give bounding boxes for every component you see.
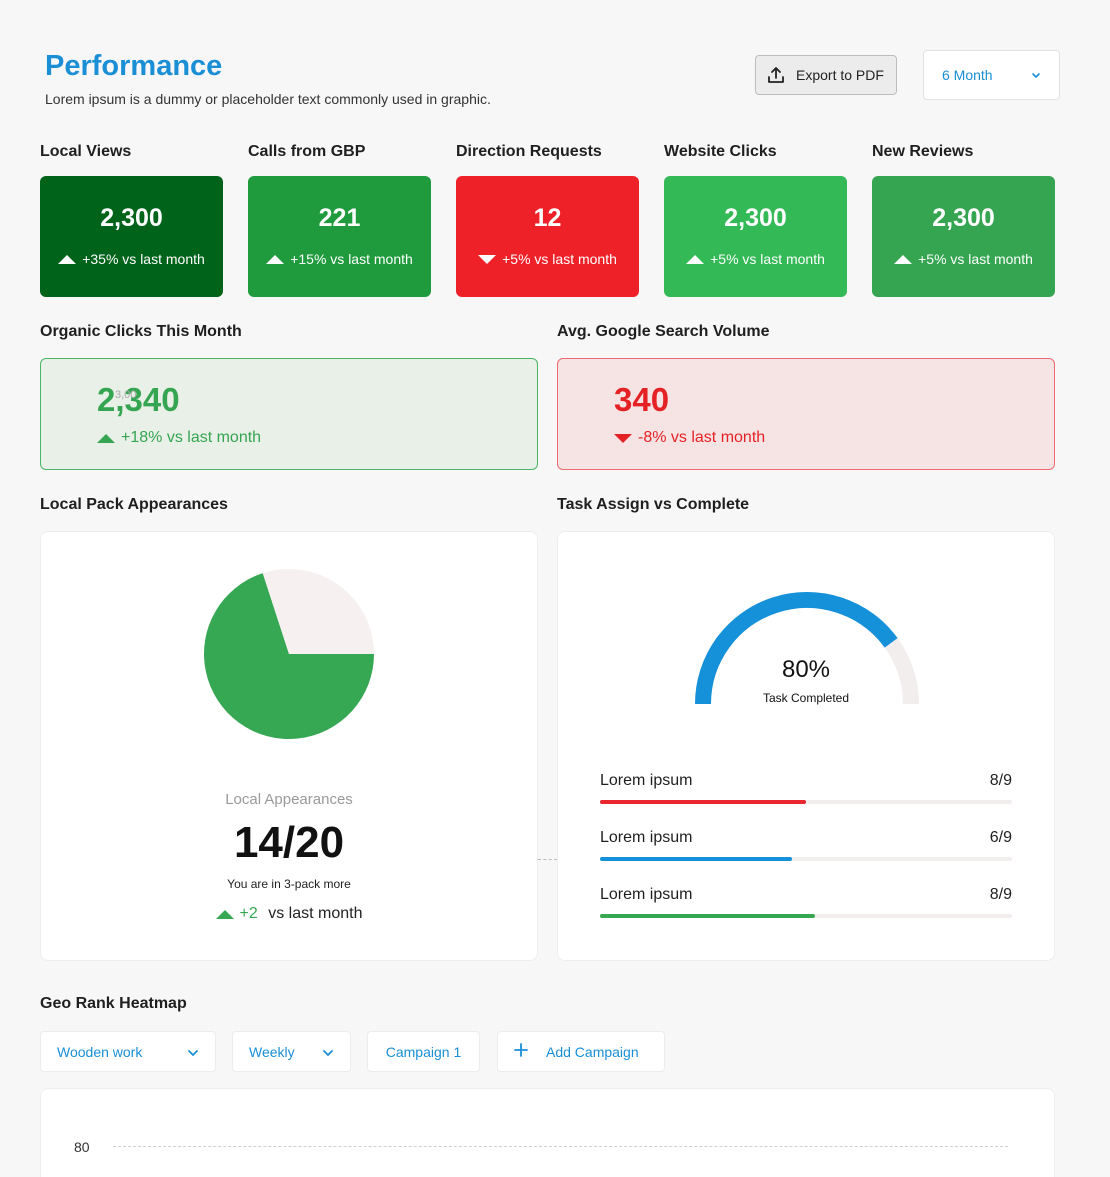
- organic-clicks-card: 2,340 3,00 +18% vs last month: [40, 358, 538, 470]
- heatmap-y-tick: 80: [74, 1139, 90, 1155]
- task-row-value: 8/9: [989, 772, 1012, 789]
- task-row-fill: [600, 857, 792, 861]
- kpi-label-website-clicks: Website Clicks: [664, 143, 777, 160]
- chevron-down-icon: [187, 1044, 199, 1060]
- task-row-fill: [600, 800, 806, 804]
- task-row: Lorem ipsum 6/9: [600, 829, 1012, 861]
- kpi-card-website-clicks: 2,300 +5% vs last month: [664, 176, 847, 297]
- arrow-up-icon: [894, 254, 913, 264]
- kpi-delta: +5% vs last month: [918, 251, 1033, 267]
- kpi-value: 12: [533, 204, 562, 232]
- arrow-up-icon: [97, 433, 115, 443]
- campaign-chip[interactable]: Campaign 1: [367, 1031, 480, 1072]
- kpi-delta: +5% vs last month: [710, 251, 825, 267]
- heatmap-label: Geo Rank Heatmap: [40, 995, 187, 1012]
- task-caption: Task Completed: [762, 691, 850, 705]
- search-volume-label: Avg. Google Search Volume: [557, 323, 770, 340]
- kpi-label-local-views: Local Views: [40, 143, 132, 160]
- kpi-delta: +35% vs last month: [82, 251, 205, 267]
- kpi-label-calls: Calls from GBP: [248, 143, 366, 160]
- task-row-fill: [600, 914, 816, 918]
- gauge-track: [695, 592, 919, 705]
- local-pack-delta-text: vs last month: [263, 905, 363, 922]
- local-appearances-value: 14/20: [233, 818, 345, 867]
- arrow-up-icon: [686, 254, 705, 264]
- kpi-value: 2,300: [724, 204, 787, 232]
- organic-clicks-delta: +18% vs last month: [121, 429, 262, 446]
- arrow-up-icon: [215, 909, 234, 919]
- campaign-label: Campaign 1: [385, 1043, 462, 1060]
- task-row-name: Lorem ipsum: [600, 886, 693, 903]
- period-select[interactable]: 6 Month: [923, 50, 1060, 100]
- local-pack-note: You are in 3-pack more: [227, 877, 351, 891]
- task-panel: 80% Task Completed Lorem ipsum 8/9 Lorem …: [557, 531, 1055, 961]
- kpi-value: 2,300: [932, 204, 995, 232]
- work-filter-select[interactable]: Wooden work: [40, 1031, 216, 1072]
- arrow-up-icon: [58, 254, 77, 264]
- search-volume-value: 340: [614, 381, 670, 418]
- arrow-up-icon: [266, 254, 285, 264]
- add-campaign-label: Add Campaign: [546, 1043, 639, 1060]
- arrow-down-icon: [614, 433, 632, 443]
- search-volume-delta: -8% vs last month: [638, 429, 766, 446]
- chevron-down-icon: [1031, 67, 1041, 83]
- task-row: Lorem ipsum 8/9: [600, 772, 1012, 804]
- task-row-track: [600, 914, 1012, 918]
- local-pack-label: Local Pack Appearances: [40, 496, 228, 513]
- task-row-name: Lorem ipsum: [600, 829, 693, 846]
- task-row-value: 6/9: [989, 829, 1012, 846]
- page-subtitle: Lorem ipsum is a dummy or placeholder te…: [45, 91, 491, 107]
- chevron-down-icon: [322, 1044, 334, 1060]
- kpi-value: 2,300: [100, 204, 163, 232]
- organic-ghost-value: 3,00: [115, 389, 137, 401]
- frequency-select[interactable]: Weekly: [232, 1031, 351, 1072]
- export-pdf-label: Export to PDF: [796, 67, 884, 83]
- kpi-label-new-reviews: New Reviews: [872, 143, 974, 160]
- local-pack-pie-chart: [204, 569, 374, 739]
- heatmap-panel: 80: [40, 1088, 1055, 1177]
- local-pack-delta-value: +2: [239, 905, 258, 922]
- search-volume-card: 340 -8% vs last month: [557, 358, 1055, 470]
- local-pack-panel: Local Appearances 14/20 You are in 3-pac…: [40, 531, 538, 961]
- task-row-track: [600, 800, 1012, 804]
- kpi-value: 221: [318, 204, 361, 232]
- kpi-label-directions: Direction Requests: [456, 143, 602, 160]
- kpi-delta: +5% vs last month: [502, 251, 617, 267]
- upload-icon: [766, 65, 786, 85]
- gauge-fill: [695, 592, 898, 705]
- kpi-card-directions: 12 +5% vs last month: [456, 176, 639, 297]
- page-title: Performance: [45, 50, 223, 82]
- frequency-value: Weekly: [249, 1043, 295, 1060]
- heatmap-gridline: [113, 1146, 1008, 1147]
- task-label: Task Assign vs Complete: [557, 496, 750, 513]
- organic-clicks-value: 2,340: [97, 381, 180, 418]
- period-select-value: 6 Month: [942, 67, 993, 83]
- task-percent: 80%: [781, 656, 831, 683]
- task-row-name: Lorem ipsum: [600, 772, 693, 789]
- task-row: Lorem ipsum 8/9: [600, 886, 1012, 918]
- kpi-card-local-views: 2,300 +35% vs last month: [40, 176, 223, 297]
- plus-icon: [514, 1043, 528, 1060]
- kpi-card-calls: 221 +15% vs last month: [248, 176, 431, 297]
- organic-clicks-label: Organic Clicks This Month: [40, 323, 242, 340]
- kpi-delta: +15% vs last month: [290, 251, 413, 267]
- task-row-value: 8/9: [989, 886, 1012, 903]
- local-appearances-caption: Local Appearances: [225, 791, 353, 808]
- work-filter-value: Wooden work: [57, 1043, 143, 1060]
- add-campaign-button[interactable]: Add Campaign: [497, 1031, 665, 1072]
- task-row-track: [600, 857, 1012, 861]
- export-pdf-button[interactable]: Export to PDF: [755, 55, 897, 95]
- connector-divider: [538, 859, 557, 860]
- arrow-down-icon: [478, 254, 497, 264]
- kpi-card-new-reviews: 2,300 +5% vs last month: [872, 176, 1055, 297]
